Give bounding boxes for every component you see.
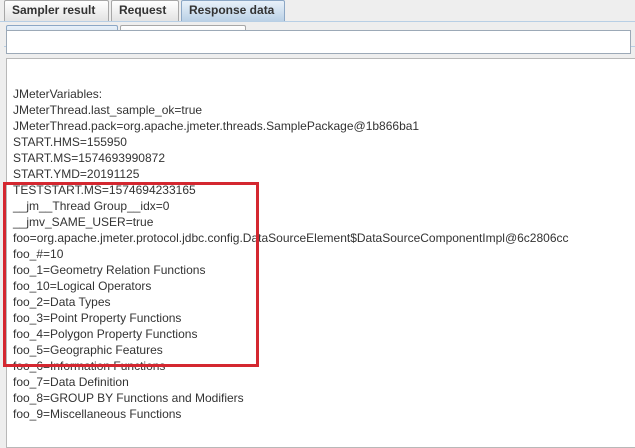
response-line: START.MS=1574693990872 [13, 151, 165, 165]
response-line: foo_3=Point Property Functions [13, 311, 182, 325]
response-line: foo_4=Polygon Property Functions [13, 327, 198, 341]
response-line: START.HMS=155950 [13, 135, 127, 149]
response-line: foo=org.apache.jmeter.protocol.jdbc.conf… [13, 231, 569, 245]
tab-request[interactable]: Request [111, 0, 179, 21]
response-line: TESTSTART.MS=1574694233165 [13, 183, 196, 197]
response-line: foo_7=Data Definition [13, 375, 129, 389]
response-line: foo_10=Logical Operators [13, 279, 152, 293]
response-line: foo_2=Data Types [13, 295, 111, 309]
result-tabs: Sampler result Request Response data [0, 0, 635, 22]
response-line: __jmv_SAME_USER=true [13, 215, 154, 229]
response-line: foo_6=Information Functions [13, 359, 166, 373]
response-line: foo_8=GROUP BY Functions and Modifiers [13, 391, 244, 405]
response-line: foo_9=Miscellaneous Functions [13, 407, 182, 421]
response-body-text[interactable]: JMeterVariables: JMeterThread.last_sampl… [6, 58, 635, 448]
response-line: JMeterVariables: [13, 87, 103, 101]
search-input[interactable] [6, 30, 631, 54]
response-lines: JMeterVariables: JMeterThread.last_sampl… [13, 86, 569, 422]
tab-sampler-result[interactable]: Sampler result [4, 0, 109, 21]
response-line: foo_#=10 [13, 247, 64, 261]
response-line: __jm__Thread Group__idx=0 [13, 199, 170, 213]
response-line: JMeterThread.pack=org.apache.jmeter.thre… [13, 119, 420, 133]
tab-response-data[interactable]: Response data [181, 0, 285, 22]
response-line: START.YMD=20191125 [13, 167, 140, 181]
response-line: foo_5=Geographic Features [13, 343, 163, 357]
response-line: foo_1=Geometry Relation Functions [13, 263, 206, 277]
response-line: JMeterThread.last_sample_ok=true [13, 103, 203, 117]
